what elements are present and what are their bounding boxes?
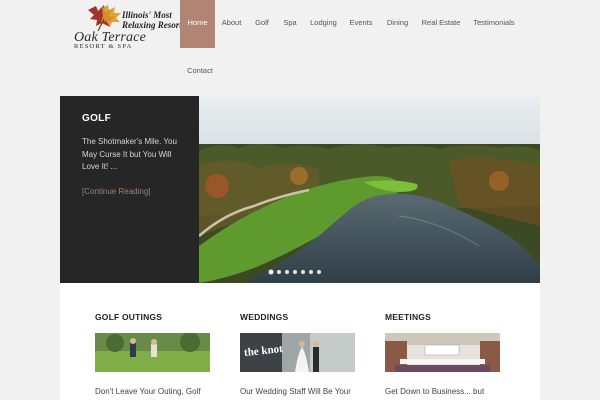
site-logo[interactable]: Illinois' Most Relaxing Resort Oak Terra… — [72, 4, 182, 50]
slider-dot[interactable] — [317, 270, 321, 274]
slider-dot[interactable] — [277, 270, 281, 274]
hero-description: The Shotmaker's Mile. You May Curse It b… — [82, 137, 177, 171]
nav-item-spa[interactable]: Spa — [281, 0, 299, 48]
nav-item-real-estate[interactable]: Real Estate — [420, 0, 462, 48]
nav-item-lodging[interactable]: Lodging — [308, 0, 339, 48]
nav-item-golf[interactable]: Golf — [252, 0, 272, 48]
feature-title[interactable]: MEETINGS — [385, 312, 431, 322]
nav-item-dining[interactable]: Dining — [384, 0, 411, 48]
golfers-photo-icon — [95, 333, 210, 372]
golf-course-aerial-icon — [199, 96, 540, 283]
slider-dot[interactable] — [301, 270, 305, 274]
feature-excerpt: Get Down to Business... but — [385, 387, 485, 396]
site-header: Illinois' Most Relaxing Resort Oak Terra… — [0, 0, 600, 96]
nav-item-about[interactable]: About — [218, 0, 245, 48]
continue-reading-link[interactable]: [Continue Reading] — [82, 187, 151, 196]
golfers-photo[interactable] — [95, 333, 210, 372]
meeting-room-photo-icon — [385, 333, 500, 372]
logo-subname: RESORT & SPA — [74, 43, 133, 50]
feature-title[interactable]: WEDDINGS — [240, 312, 288, 322]
nav-item-home[interactable]: Home — [180, 0, 215, 48]
features-section: GOLF OUTINGS Don't Leave Your Outing, Go… — [60, 283, 540, 400]
golf-course-photo — [199, 96, 540, 283]
nav-item-testimonials[interactable]: Testimonials — [472, 0, 516, 48]
nav-item-contact[interactable]: Contact — [184, 48, 216, 96]
feature-title[interactable]: GOLF OUTINGS — [95, 312, 162, 322]
slider-dot[interactable] — [285, 270, 289, 274]
maple-leaf-icon — [88, 5, 121, 32]
meeting-room-photo[interactable] — [385, 333, 500, 372]
hero-title: GOLF — [82, 113, 111, 124]
nav-item-events[interactable]: Events — [348, 0, 374, 48]
slider-dot[interactable] — [309, 270, 313, 274]
slider-dot[interactable] — [293, 270, 297, 274]
feature-excerpt: Don't Leave Your Outing, Golf — [95, 387, 201, 396]
feature-excerpt: Our Wedding Staff Will Be Your — [240, 387, 351, 396]
hero-caption-panel: GOLF The Shotmaker's Mile. You May Curse… — [60, 96, 199, 283]
hero-slider: GOLF The Shotmaker's Mile. You May Curse… — [60, 96, 540, 283]
wedding-photo[interactable]: the knot — [240, 333, 355, 372]
slider-pagination — [269, 270, 321, 274]
slider-dot[interactable] — [269, 270, 273, 274]
logo-tagline: Illinois' Most Relaxing Resort — [122, 10, 182, 30]
